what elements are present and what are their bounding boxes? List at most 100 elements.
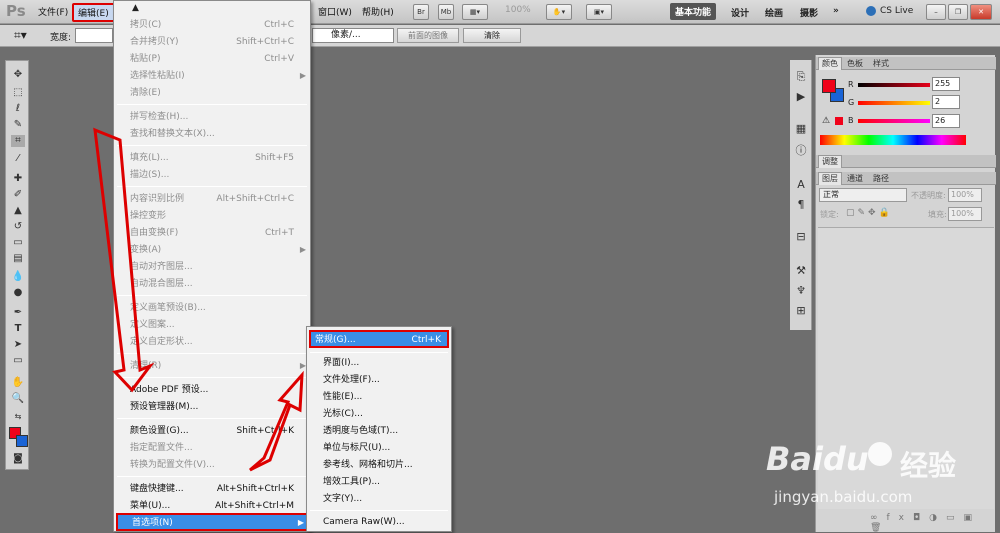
brush-presets-panel-icon[interactable]: ⊞ [794, 304, 808, 318]
channel-r-input[interactable]: 255 [932, 77, 960, 91]
layers-panel-tabs: 图层 通道 路径 [816, 172, 996, 185]
workspace-photography[interactable]: 摄影 [800, 6, 818, 19]
color-spectrum-bar[interactable] [820, 135, 966, 145]
swap-colors-icon[interactable]: ⇆ [11, 411, 25, 423]
menu-item-general[interactable]: 常规(G)... Ctrl+K [309, 330, 449, 348]
tab-layers[interactable]: 图层 [818, 172, 842, 185]
menu-item-clear[interactable]: 清除(E) [130, 85, 304, 101]
actions-panel-icon[interactable]: ▶ [794, 90, 808, 104]
zoom-level[interactable]: 100% [505, 5, 531, 15]
workspace-essentials[interactable]: 基本功能 [670, 3, 717, 20]
background-color-swatch[interactable] [16, 435, 28, 447]
path-select-tool-icon[interactable]: ➤ [11, 339, 25, 351]
menu-item-paste[interactable]: 粘贴(P) Ctrl+V [130, 51, 304, 67]
menu-help[interactable]: 帮助(H) [362, 5, 394, 18]
tab-channels[interactable]: 通道 [844, 173, 866, 184]
bridge-button[interactable]: Br [413, 4, 429, 20]
front-image-button[interactable]: 前面的图像 [397, 28, 459, 43]
tab-adjustments[interactable]: 调整 [818, 155, 842, 168]
resolution-unit-select[interactable]: 像素/... [312, 28, 394, 43]
character-panel-icon[interactable]: A [794, 178, 808, 192]
stamp-tool-icon[interactable]: ▲ [11, 205, 25, 217]
restore-button[interactable]: ❐ [948, 4, 968, 20]
channel-g-input[interactable]: 2 [932, 95, 960, 109]
channel-r-slider[interactable] [858, 83, 930, 87]
channel-b-slider[interactable] [858, 119, 930, 123]
healing-brush-tool-icon[interactable]: ✚ [11, 173, 25, 185]
menu-item-plugins[interactable]: 增效工具(P)... [323, 474, 445, 490]
dodge-tool-icon[interactable]: ● [11, 287, 25, 299]
shape-tool-icon[interactable]: ▭ [11, 355, 25, 367]
menu-item-guides-grid-slices[interactable]: 参考线、网格和切片... [323, 457, 445, 473]
info-panel-icon[interactable]: ⓘ [794, 144, 808, 158]
tab-swatches[interactable]: 色板 [844, 58, 866, 69]
menu-separator [117, 104, 307, 105]
workspace-design[interactable]: 设计 [731, 6, 749, 19]
blur-tool-icon[interactable]: 💧 [11, 271, 25, 283]
move-tool-icon[interactable]: ✥ [11, 69, 25, 81]
fill-input[interactable]: 100% [948, 207, 982, 221]
cs-live-button[interactable]: CS Live [880, 6, 913, 16]
menu-item-interface[interactable]: 界面(I)... [323, 355, 445, 371]
menu-item-cursors[interactable]: 光标(C)... [323, 406, 445, 422]
menu-item-performance[interactable]: 性能(E)... [323, 389, 445, 405]
preferences-submenu: 常规(G)... Ctrl+K 界面(I)... 文件处理(F)... 性能(E)… [306, 326, 452, 532]
menu-item-type[interactable]: 文字(Y)... [323, 491, 445, 507]
tab-color[interactable]: 颜色 [818, 57, 842, 70]
fill-label: 填充: [928, 210, 947, 219]
color-panel-tabs: 颜色 色板 样式 [816, 57, 996, 70]
fg-color-swatch-front[interactable] [822, 79, 836, 93]
marquee-tool-icon[interactable]: ⬚ [11, 87, 25, 99]
minimize-button[interactable]: – [926, 4, 946, 20]
menu-item-camera-raw[interactable]: Camera Raw(W)... [323, 514, 445, 530]
brush-tool-icon[interactable]: ✐ [11, 189, 25, 201]
opacity-input[interactable]: 100% [948, 188, 982, 202]
tab-paths[interactable]: 路径 [870, 173, 892, 184]
menu-item-copy-merged[interactable]: 合并拷贝(Y) Shift+Ctrl+C [130, 34, 304, 50]
clear-button[interactable]: 清除 [463, 28, 521, 43]
menu-item-file-handling[interactable]: 文件处理(F)... [323, 372, 445, 388]
history-panel-icon[interactable]: ⎘ [794, 70, 808, 84]
close-button[interactable]: ✕ [970, 4, 992, 20]
eraser-tool-icon[interactable]: ▭ [11, 237, 25, 249]
blend-mode-select[interactable]: 正常 [819, 188, 907, 202]
menu-scroll-up-icon[interactable]: ▲ [132, 3, 139, 13]
view-extras-button[interactable]: ▦▾ [462, 4, 488, 20]
eyedropper-tool-icon[interactable]: ⁄ [11, 153, 25, 165]
tab-styles[interactable]: 样式 [870, 58, 892, 69]
lock-icons[interactable]: ▢✎✥🔒 [846, 208, 893, 218]
workspace-more[interactable]: » [833, 6, 839, 16]
crop-tool-icon[interactable]: ⌗ [11, 135, 25, 147]
history-brush-tool-icon[interactable]: ↺ [11, 221, 25, 233]
quick-mask-icon[interactable]: ◙ [11, 453, 25, 465]
menu-item-copy[interactable]: 拷贝(C) Ctrl+C [130, 17, 304, 33]
gamut-swatch[interactable] [835, 117, 843, 125]
menu-file[interactable]: 文件(F) [38, 5, 68, 18]
arrange-docs-button[interactable]: ▣▾ [586, 4, 612, 20]
baidu-watermark: Baidu 经验 jingyan.baidu.com [760, 440, 990, 520]
menu-item-transparency-gamut[interactable]: 透明度与色域(T)... [323, 423, 445, 439]
hand-tool-button[interactable]: ✋▾ [546, 4, 572, 20]
lasso-tool-icon[interactable]: ℓ [11, 103, 25, 115]
clone-source-panel-icon[interactable]: ♆ [794, 284, 808, 298]
paragraph-panel-icon[interactable]: ¶ [794, 198, 808, 212]
menu-edit[interactable]: 编辑(E) [72, 3, 115, 22]
crop-tool-icon[interactable]: ⌗▾ [14, 28, 27, 43]
histogram-panel-icon[interactable]: ▦ [794, 122, 808, 136]
minibridge-button[interactable]: Mb [438, 4, 454, 20]
channel-b-input[interactable]: 26 [932, 114, 960, 128]
align-panel-icon[interactable]: ⊟ [794, 230, 808, 244]
menu-window[interactable]: 窗口(W) [318, 5, 352, 18]
channel-g-slider[interactable] [858, 101, 930, 105]
pen-tool-icon[interactable]: ✒ [11, 307, 25, 319]
menu-item-units-rulers[interactable]: 单位与标尺(U)... [323, 440, 445, 456]
hand-tool-icon[interactable]: ✋ [11, 377, 25, 389]
tool-presets-panel-icon[interactable]: ⚒ [794, 264, 808, 278]
workspace-painting[interactable]: 绘画 [765, 6, 783, 19]
menu-item-paste-special[interactable]: 选择性粘贴(I) ▶ [130, 68, 306, 84]
type-tool-icon[interactable]: T [11, 323, 25, 335]
width-input[interactable] [75, 28, 113, 43]
zoom-tool-icon[interactable]: 🔍 [11, 393, 25, 405]
gradient-tool-icon[interactable]: ▤ [11, 253, 25, 265]
quick-select-tool-icon[interactable]: ✎ [11, 119, 25, 131]
